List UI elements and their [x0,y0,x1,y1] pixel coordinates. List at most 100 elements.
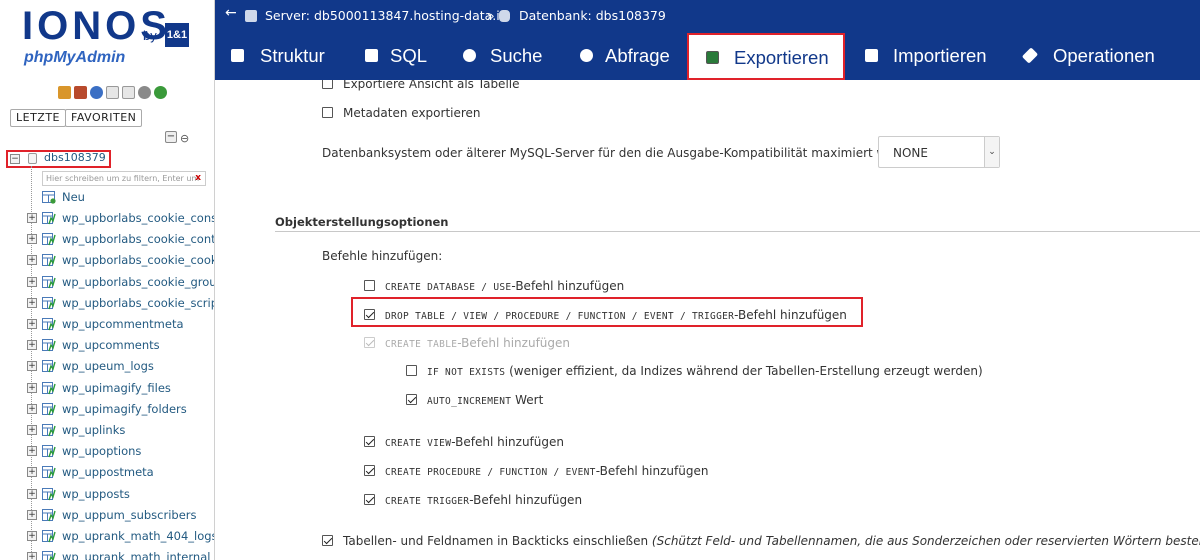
logout-icon[interactable] [74,86,87,99]
if-not-exists-code: IF NOT EXISTS [427,367,506,378]
create-view-text: -Befehl hinzufügen [451,435,564,449]
drop-table-option[interactable]: DROP TABLE / VIEW / PROCEDURE / FUNCTION… [385,308,847,322]
backticks-option[interactable]: Tabellen- und Feldnamen in Backticks ein… [343,534,1200,548]
collapse-all-icon[interactable]: − [165,131,177,143]
clear-filter-icon[interactable]: x [195,172,201,185]
expand-table-icon[interactable]: + [27,340,37,350]
home-icon[interactable] [58,86,71,99]
create-procedure-checkbox[interactable] [364,465,375,476]
create-procedure-code: CREATE PROCEDURE / FUNCTION / EVENT [385,467,596,478]
table-item[interactable]: + wp_upeum_logs [0,356,214,376]
expand-table-icon[interactable]: + [27,425,37,435]
server-icon [245,10,257,22]
table-item[interactable]: + wp_upborlabs_cookie_script_ [0,293,214,313]
export-view-as-table-label[interactable]: Exportiere Ansicht als Tabelle [343,80,520,91]
create-view-option[interactable]: CREATE VIEW-Befehl hinzufügen [385,435,564,449]
table-item[interactable]: + wp_upoptions [0,441,214,461]
table-item[interactable]: + wp_upborlabs_cookie_groups [0,272,214,292]
structure-icon [231,49,244,62]
gear-icon[interactable] [138,86,151,99]
expand-table-icon[interactable]: + [27,255,37,265]
table-filter-input[interactable]: Hier schreiben um zu filtern, Enter um x [42,171,206,186]
table-item[interactable]: + wp_upimagify_folders [0,399,214,419]
collapse-database-icon[interactable]: − [10,154,20,164]
back-arrow-icon[interactable]: ← [225,5,237,21]
table-icon [42,318,56,331]
database-name[interactable]: dbs108379 [44,151,106,164]
expand-table-icon[interactable]: + [27,510,37,520]
create-view-checkbox[interactable] [364,436,375,447]
tab-search[interactable]: Suche [463,33,553,80]
section-title: Objekterstellungsoptionen [275,215,449,229]
add-statements-label: Befehle hinzufügen: [322,249,443,263]
recent-button[interactable]: LETZTE [10,109,67,127]
compatibility-select[interactable]: NONE ⌄ [878,136,1000,168]
export-view-as-table-checkbox[interactable] [322,80,333,89]
link-icon[interactable]: ⊖ [180,132,189,145]
table-item[interactable]: + wp_uppostmeta [0,462,214,482]
table-item[interactable]: + wp_upborlabs_cookie_conter [0,229,214,249]
import-icon [865,49,878,62]
expand-table-icon[interactable]: + [27,383,37,393]
auto-increment-code: AUTO_INCREMENT [427,396,512,407]
expand-table-icon[interactable]: + [27,234,37,244]
expand-table-icon[interactable]: + [27,404,37,414]
table-item[interactable]: + wp_uplinks [0,420,214,440]
expand-table-icon[interactable]: + [27,552,37,560]
if-not-exists-checkbox[interactable] [406,365,417,376]
table-item[interactable]: + wp_uprank_math_404_logs [0,526,214,546]
ionos-logo[interactable]: IONOS by 1&1 phpMyAdmin [22,6,202,74]
create-database-option[interactable]: CREATE DATABASE / USE-Befehl hinzufügen [385,279,624,293]
drop-table-text: -Befehl hinzufügen [734,308,847,322]
create-database-checkbox[interactable] [364,280,375,291]
docs-icon[interactable] [106,86,119,99]
table-item[interactable]: + wp_upcomments [0,335,214,355]
breadcrumb-database[interactable]: Datenbank: dbs108379 [519,8,666,23]
favorites-button[interactable]: FAVORITEN [65,109,143,127]
expand-table-icon[interactable]: + [27,446,37,456]
tab-query[interactable]: Abfrage [580,33,675,80]
export-metadata-checkbox[interactable] [322,107,333,118]
tab-import[interactable]: Importieren [865,33,990,80]
tab-export[interactable]: Exportieren [687,33,845,80]
table-item[interactable]: + wp_upborlabs_cookie_conser [0,208,214,228]
if-not-exists-option[interactable]: IF NOT EXISTS (weniger effizient, da Ind… [427,364,983,378]
table-item[interactable]: + wp_upcommentmeta [0,314,214,334]
expand-table-icon[interactable]: + [27,489,37,499]
help-icon[interactable] [90,86,103,99]
create-trigger-option[interactable]: CREATE TRIGGER-Befehl hinzufügen [385,493,582,507]
section-divider [275,231,1200,232]
expand-table-icon[interactable]: + [27,467,37,477]
expand-table-icon[interactable]: + [27,531,37,541]
chevron-down-icon: ⌄ [984,137,999,167]
export-metadata-label[interactable]: Metadaten exportieren [343,106,481,120]
auto-increment-option[interactable]: AUTO_INCREMENT Wert [427,393,543,407]
table-item[interactable]: + wp_uprank_math_internal_lir [0,547,214,560]
create-trigger-checkbox[interactable] [364,494,375,505]
tab-operations[interactable]: Operationen [1021,33,1155,80]
clipboard-icon[interactable] [122,86,135,99]
table-item[interactable]: + wp_upposts [0,484,214,504]
tab-import-label: Importieren [893,45,987,66]
expand-table-icon[interactable]: + [27,213,37,223]
breadcrumb-server[interactable]: Server: db5000113847.hosting-data.io [265,8,507,23]
table-item[interactable]: + wp_upborlabs_cookie_cookie [0,250,214,270]
auto-increment-checkbox[interactable] [406,394,417,405]
sql-icon [365,49,378,62]
expand-table-icon[interactable]: + [27,298,37,308]
expand-table-icon[interactable]: + [27,277,37,287]
drop-table-checkbox[interactable] [364,309,375,320]
expand-table-icon[interactable]: + [27,361,37,371]
table-item[interactable]: + wp_uppum_subscribers [0,505,214,525]
expand-table-icon[interactable]: + [27,319,37,329]
table-item[interactable]: + wp_upimagify_files [0,378,214,398]
reload-icon[interactable] [154,86,167,99]
new-table-item[interactable]: Neu [0,187,214,207]
table-icon [42,297,56,310]
create-trigger-code: CREATE TRIGGER [385,496,470,507]
create-procedure-option[interactable]: CREATE PROCEDURE / FUNCTION / EVENT-Befe… [385,464,708,478]
tab-sql[interactable]: SQL [365,33,435,80]
backticks-checkbox[interactable] [322,535,333,546]
tab-structure[interactable]: Struktur [231,33,341,80]
create-database-code: CREATE DATABASE / USE [385,282,512,293]
